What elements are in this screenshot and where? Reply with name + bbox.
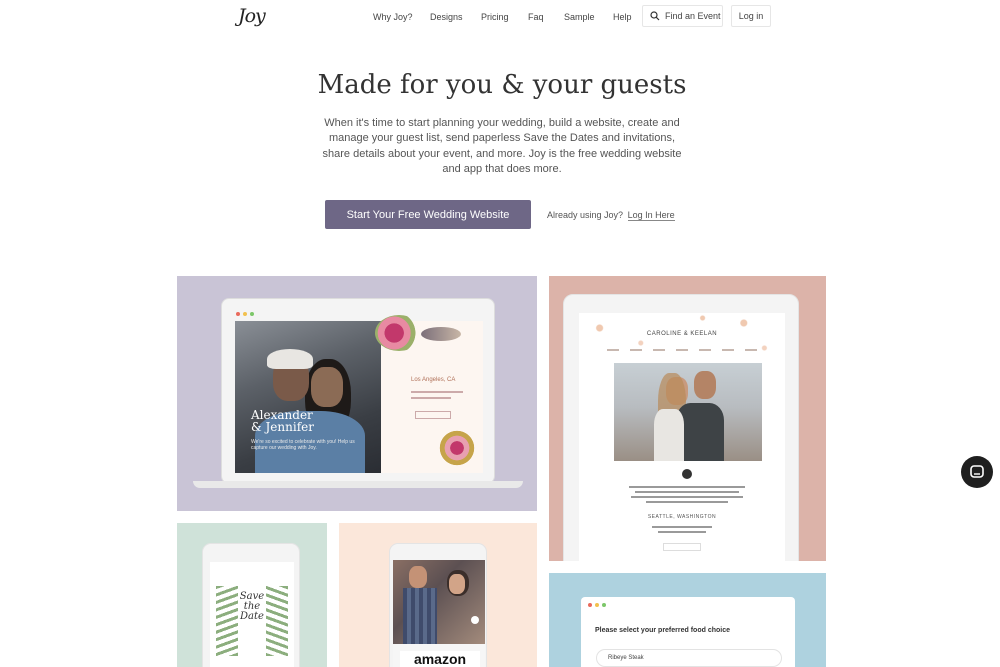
couple-beach-photo <box>614 363 762 461</box>
find-event-button[interactable]: Find an Event <box>642 5 723 27</box>
tablet-mockup: CAROLINE & KEELAN SEATTLE, WASHINGTON <box>563 294 799 561</box>
nav-link-help[interactable]: Help <box>613 12 632 22</box>
hero-title: Made for you & your guests <box>317 70 687 100</box>
event-location: Los Angeles, CA <box>411 377 456 383</box>
nav-link-pricing[interactable]: Pricing <box>481 12 509 22</box>
nav-link-why-joy[interactable]: Why Joy? <box>373 12 413 22</box>
event-city: SEATTLE, WASHINGTON <box>647 514 717 520</box>
sample-laptop-panel: Alexander & Jennifer We're so excited to… <box>177 276 537 511</box>
chat-button[interactable] <box>961 456 993 488</box>
couple-photo: Alexander & Jennifer We're so excited to… <box>235 321 381 473</box>
already-using-text: Already using Joy? <box>547 210 624 220</box>
food-question: Please select your preferred food choice <box>595 627 730 634</box>
feather-icon <box>421 327 461 341</box>
window-dots-2 <box>588 603 606 607</box>
laptop-mockup: Alexander & Jennifer We're so excited to… <box>221 298 495 484</box>
sample-tablet-panel: CAROLINE & KEELAN SEATTLE, WASHINGTON <box>549 276 826 561</box>
amazon-logo: amazon <box>400 651 480 667</box>
couple-photo-2 <box>393 560 485 644</box>
nav-link-faq[interactable]: Faq <box>528 12 544 22</box>
chat-icon <box>970 465 984 478</box>
couple-tagline: We're so excited to celebrate with you! … <box>251 439 355 451</box>
find-event-label: Find an Event <box>665 11 721 21</box>
floral-bottom-icon <box>435 427 479 469</box>
top-nav: Joy Why Joy? Designs Pricing Faq Sample … <box>0 0 1000 34</box>
save-the-date-panel: Save the Date <box>177 523 327 667</box>
food-option-ribeye[interactable]: Ribeye Steak <box>596 649 782 667</box>
floral-top-icon <box>375 315 423 351</box>
rsvp-panel: Please select your preferred food choice… <box>549 573 826 667</box>
couple-names: Alexander & Jennifer <box>251 408 314 434</box>
nav-link-sample[interactable]: Sample <box>564 12 595 22</box>
site-nav <box>607 349 757 351</box>
save-the-date-text: Save the Date <box>239 591 265 622</box>
couple-title: CAROLINE & KEELAN <box>646 331 718 337</box>
laptop-base <box>193 481 523 488</box>
window-dots <box>236 312 254 316</box>
nav-link-designs[interactable]: Designs <box>430 12 463 22</box>
phone-mockup-1: Save the Date <box>202 543 300 667</box>
wedding-site-preview: Alexander & Jennifer We're so excited to… <box>235 315 483 473</box>
monogram-icon <box>682 469 692 479</box>
wedding-site-preview-2: CAROLINE & KEELAN SEATTLE, WASHINGTON <box>579 313 785 561</box>
login-button[interactable]: Log in <box>731 5 771 27</box>
registry-panel: amazon <box>339 523 537 667</box>
phone-mockup-2: amazon <box>389 543 487 667</box>
search-icon <box>650 11 660 21</box>
joy-logo[interactable]: Joy <box>238 5 266 27</box>
browser-mockup: Please select your preferred food choice… <box>581 597 795 667</box>
next-arrow-icon[interactable] <box>471 616 479 624</box>
login-here-link[interactable]: Log In Here <box>627 210 675 221</box>
hero-description: When it's time to start planning your we… <box>322 117 682 176</box>
start-wedding-website-button[interactable]: Start Your Free Wedding Website <box>325 200 531 229</box>
already-using: Already using Joy? Log In Here <box>547 210 675 221</box>
